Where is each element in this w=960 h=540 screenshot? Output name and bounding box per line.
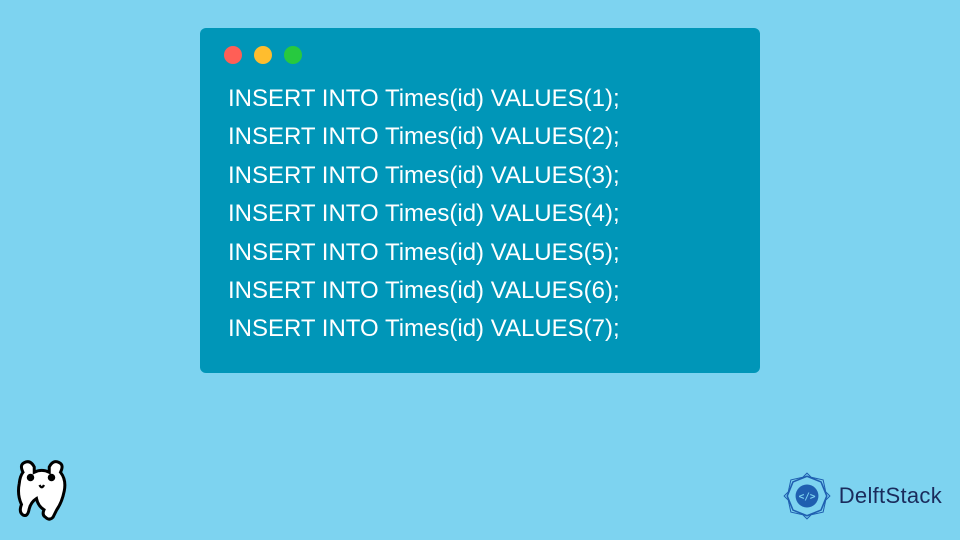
code-window: INSERT INTO Times(id) VALUES(1); INSERT … <box>200 28 760 373</box>
window-titlebar <box>200 28 760 74</box>
code-line: INSERT INTO Times(id) VALUES(1); <box>228 80 732 118</box>
svg-text:</>: </> <box>798 492 815 503</box>
code-body: INSERT INTO Times(id) VALUES(1); INSERT … <box>200 74 760 349</box>
code-line: INSERT INTO Times(id) VALUES(3); <box>228 157 732 195</box>
code-line: INSERT INTO Times(id) VALUES(2); <box>228 118 732 156</box>
delftstack-logo-icon: </> <box>781 470 833 522</box>
code-line: INSERT INTO Times(id) VALUES(5); <box>228 234 732 272</box>
code-line: INSERT INTO Times(id) VALUES(6); <box>228 272 732 310</box>
brand-badge: </> DelftStack <box>781 470 942 522</box>
minimize-dot-icon <box>254 46 272 64</box>
postgresql-elephant-icon <box>8 452 83 530</box>
code-line: INSERT INTO Times(id) VALUES(7); <box>228 310 732 348</box>
close-dot-icon <box>224 46 242 64</box>
code-line: INSERT INTO Times(id) VALUES(4); <box>228 195 732 233</box>
brand-name: DelftStack <box>839 483 942 509</box>
maximize-dot-icon <box>284 46 302 64</box>
